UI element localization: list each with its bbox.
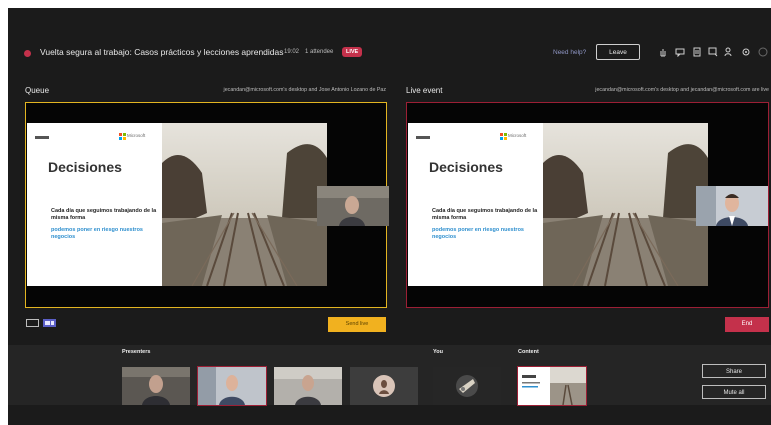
attendee-count: 1 attendee <box>305 49 334 55</box>
slide-highlight: podemos poner en riesgo nuestros negocio… <box>432 227 524 240</box>
presenters-label: Presenters <box>122 349 151 355</box>
live-badge: LIVE <box>342 47 363 57</box>
sources-strip: Presenters You Content Share Mute all <box>8 345 771 406</box>
queue-preview[interactable]: Microsoft Decisiones Cada día que seguim… <box>25 102 389 308</box>
end-event-button[interactable]: End <box>725 317 769 332</box>
queue-label: Queue <box>25 86 50 95</box>
slide-subtitle: Cada día que seguimos trabajando de la m… <box>51 208 157 221</box>
qa-icon[interactable] <box>708 47 718 57</box>
people-icon[interactable] <box>724 47 734 57</box>
presenter-thumbnail[interactable] <box>122 367 190 405</box>
single-layout-button[interactable] <box>26 319 39 327</box>
live-slide: Microsoft Decisiones Cada día que seguim… <box>408 123 708 286</box>
queue-participants-note: jecandan@microsoft.com's desktop and Jos… <box>223 87 386 93</box>
settings-icon[interactable] <box>741 47 751 57</box>
share-button[interactable]: Share <box>702 364 766 378</box>
mute-all-button[interactable]: Mute all <box>702 385 766 399</box>
queue-slide: Microsoft Decisiones Cada día que seguim… <box>27 123 327 286</box>
microsoft-logo: Microsoft <box>500 133 530 141</box>
content-share-thumbnail[interactable] <box>517 366 587 406</box>
chat-icon[interactable] <box>675 47 685 57</box>
microsoft-logo: Microsoft <box>119 133 149 141</box>
event-logo <box>416 136 430 139</box>
event-logo <box>35 136 49 139</box>
presenter-thumbnail[interactable] <box>197 366 267 406</box>
live-participants-note: jecandan@microsoft.com's desktop and jec… <box>595 87 769 93</box>
need-help-link[interactable]: Need help? <box>553 49 586 56</box>
notes-icon[interactable] <box>692 47 702 57</box>
top-bar: Vuelta segura al trabajo: Casos práctico… <box>8 42 771 66</box>
slide-title: Decisiones <box>48 159 122 175</box>
more-icon[interactable] <box>758 47 768 57</box>
slide-highlight: podemos poner en riesgo nuestros negocio… <box>51 227 143 240</box>
content-label: Content <box>518 349 539 355</box>
event-timer: 19:02 <box>284 49 300 55</box>
presenter-avatar-thumbnail[interactable] <box>350 367 418 405</box>
slide-title: Decisiones <box>429 159 503 175</box>
queue-presenter-camera <box>317 186 389 226</box>
you-label: You <box>433 349 443 355</box>
railway-photo <box>162 123 327 286</box>
leave-button[interactable]: Leave <box>596 44 640 60</box>
your-camera-thumbnail[interactable] <box>433 367 501 405</box>
slide-subtitle: Cada día que seguimos trabajando de la m… <box>432 208 538 221</box>
live-presenter-camera <box>696 186 768 226</box>
side-by-side-layout-button[interactable] <box>43 319 56 327</box>
live-event-label: Live event <box>406 86 443 95</box>
railway-photo <box>543 123 708 286</box>
event-title: Vuelta segura al trabajo: Casos práctico… <box>40 47 284 57</box>
raise-hand-icon[interactable] <box>658 47 668 57</box>
presenter-thumbnail[interactable] <box>274 367 342 405</box>
live-event-preview[interactable]: Microsoft Decisiones Cada día que seguim… <box>406 102 769 308</box>
send-live-button[interactable]: Send live <box>328 317 386 332</box>
teams-live-event-producer-window: Vuelta segura al trabajo: Casos práctico… <box>8 8 771 425</box>
recording-indicator <box>24 50 31 57</box>
